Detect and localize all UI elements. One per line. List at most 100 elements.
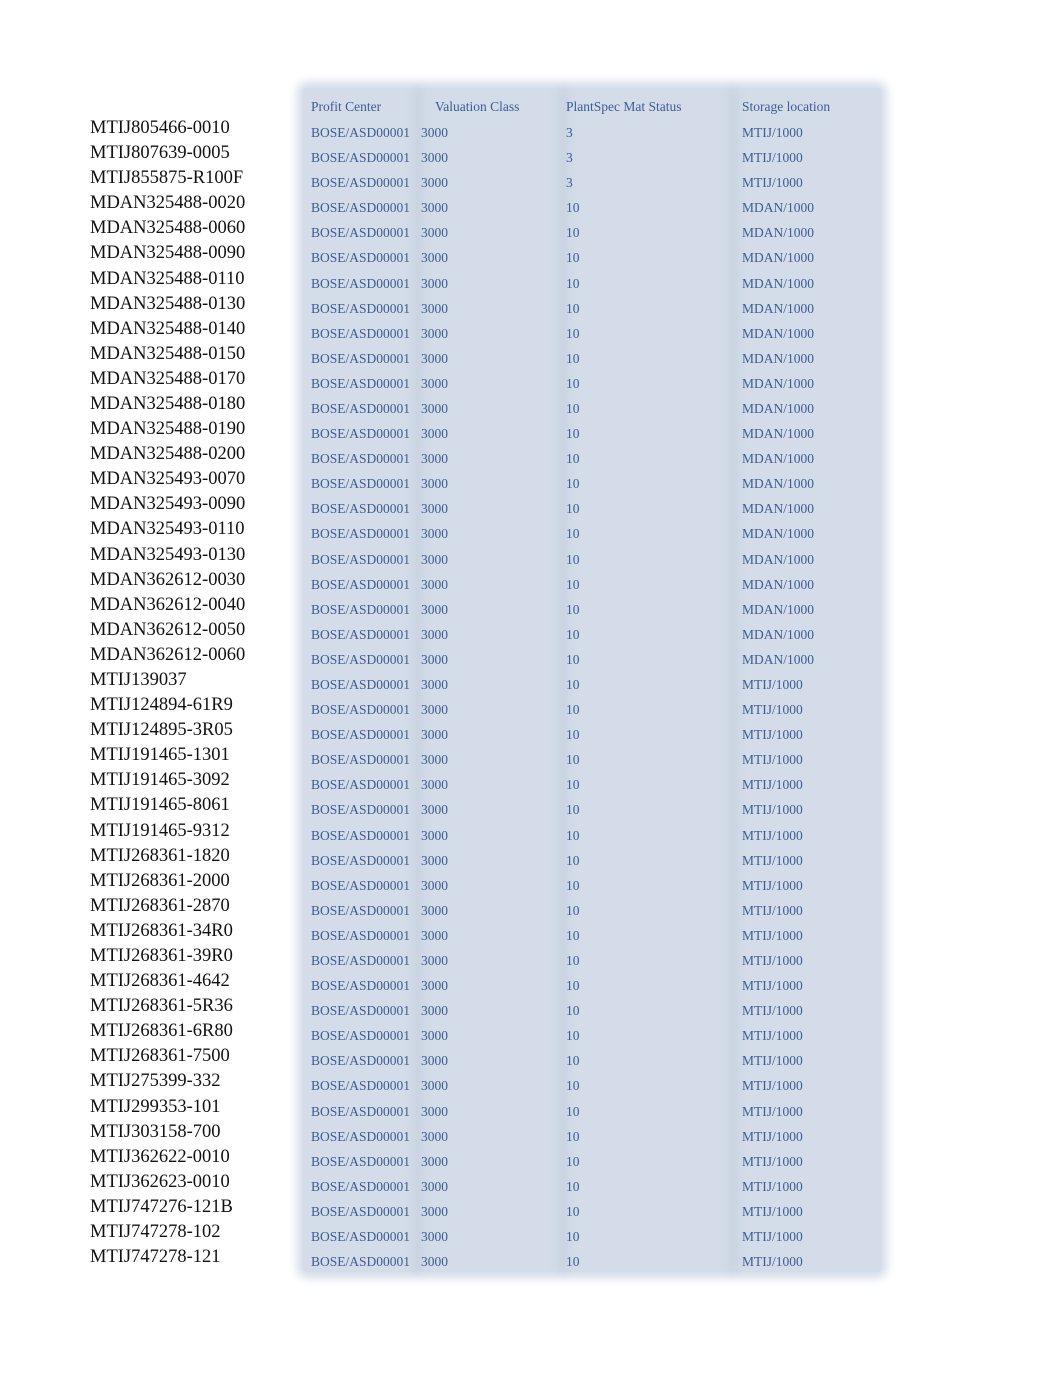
storage-cell: MDAN/1000 (742, 375, 815, 391)
status-cell: 10 (566, 626, 580, 642)
status-cell: 10 (566, 1103, 580, 1119)
status-cell: 10 (566, 1003, 580, 1019)
valuation-cell: 3000 (421, 1178, 448, 1194)
profit-cell: BOSE/ASD00001 (311, 325, 411, 341)
profit-cell: BOSE/ASD00001 (311, 1003, 411, 1019)
profit-cell: BOSE/ASD00001 (311, 952, 411, 968)
storage-cell: MTIJ/1000 (742, 1153, 803, 1169)
storage-cell: MDAN/1000 (742, 576, 815, 592)
status-cell: 10 (566, 300, 580, 316)
storage-cell: MDAN/1000 (742, 476, 815, 492)
valuation-cell: 3000 (421, 375, 448, 391)
material-cell: MTIJ268361-1820 (90, 845, 230, 866)
profit-cell: BOSE/ASD00001 (311, 827, 411, 843)
valuation-cell: 3000 (421, 802, 448, 818)
profit-cell: BOSE/ASD00001 (311, 1153, 411, 1169)
storage-cell: MTIJ/1000 (742, 1028, 803, 1044)
storage-cell: MTIJ/1000 (742, 877, 803, 893)
profit-cell: BOSE/ASD00001 (311, 150, 411, 166)
material-cell: MTIJ747278-102 (90, 1221, 221, 1242)
valuation-cell: 3000 (421, 451, 448, 467)
storage-cell: MTIJ/1000 (742, 927, 803, 943)
status-cell: 10 (566, 375, 580, 391)
material-cell: MDAN325488-0200 (90, 444, 246, 465)
valuation-cell: 3000 (421, 827, 448, 843)
material-cell: MDAN362612-0060 (90, 644, 246, 665)
material-cell: MTIJ855875-R100F (90, 168, 244, 189)
status-cell: 10 (566, 1203, 580, 1219)
material-cell: MTIJ268361-39R0 (90, 945, 233, 966)
status-cell: 10 (566, 601, 580, 617)
profit-cell: BOSE/ASD00001 (311, 727, 411, 743)
storage-cell: MDAN/1000 (742, 200, 815, 216)
valuation-cell: 3000 (421, 978, 448, 994)
material-cell: MTIJ268361-2000 (90, 870, 230, 891)
valuation-cell: 3000 (421, 400, 448, 416)
material-cell: MTIJ191465-1301 (90, 745, 230, 766)
material-cell: MTIJ747278-121 (90, 1247, 221, 1268)
profit-cell: BOSE/ASD00001 (311, 225, 411, 241)
material-cell: MTIJ124895-3R05 (90, 720, 233, 741)
storage-cell: MDAN/1000 (742, 526, 815, 542)
status-cell: 10 (566, 877, 580, 893)
status-cell: 10 (566, 727, 580, 743)
storage-cell: MTIJ/1000 (742, 777, 803, 793)
profit-cell: BOSE/ASD00001 (311, 1028, 411, 1044)
status-cell: 10 (566, 225, 580, 241)
storage-cell: MTIJ/1000 (742, 978, 803, 994)
storage-cell: MTIJ/1000 (742, 802, 803, 818)
status-cell: 10 (566, 927, 580, 943)
valuation-cell: 3000 (421, 626, 448, 642)
valuation-cell: 3000 (421, 1078, 448, 1094)
material-cell: MTIJ191465-3092 (90, 770, 230, 791)
material-cell: MTIJ807639-0005 (90, 143, 230, 164)
storage-cell: MTIJ/1000 (742, 1103, 803, 1119)
profit-cell: BOSE/ASD00001 (311, 250, 411, 266)
status-cell: 10 (566, 852, 580, 868)
profit-cell: BOSE/ASD00001 (311, 676, 411, 692)
profit-cell: BOSE/ASD00001 (311, 551, 411, 567)
status-cell: 10 (566, 451, 580, 467)
profit-cell: BOSE/ASD00001 (311, 1203, 411, 1219)
profit-cell: BOSE/ASD00001 (311, 978, 411, 994)
valuation-cell: 3000 (421, 551, 448, 567)
status-cell: 10 (566, 752, 580, 768)
status-cell: 10 (566, 802, 580, 818)
status-cell: 10 (566, 501, 580, 517)
valuation-cell: 3000 (421, 1128, 448, 1144)
valuation-cell: 3000 (421, 927, 448, 943)
status-cell: 10 (566, 400, 580, 416)
status-cell: 10 (566, 676, 580, 692)
storage-cell: MDAN/1000 (742, 300, 815, 316)
storage-cell: MDAN/1000 (742, 426, 815, 442)
material-cell: MTIJ362622-0010 (90, 1146, 230, 1167)
header-valuation-class: Valuation Class (435, 99, 520, 114)
storage-cell: MTIJ/1000 (742, 125, 803, 140)
profit-cell: BOSE/ASD00001 (311, 400, 411, 416)
status-cell: 10 (566, 350, 580, 366)
valuation-cell: 3000 (421, 902, 448, 918)
status-cell: 10 (566, 1078, 580, 1094)
profit-cell: BOSE/ASD00001 (311, 125, 411, 140)
material-cell: MTIJ268361-2870 (90, 895, 230, 916)
status-cell: 10 (566, 978, 580, 994)
material-cell: MDAN325488-0140 (90, 318, 246, 339)
profit-cell: BOSE/ASD00001 (311, 702, 411, 718)
storage-cell: MTIJ/1000 (742, 902, 803, 918)
profit-cell: BOSE/ASD00001 (311, 426, 411, 442)
material-cell: MDAN325488-0020 (90, 193, 246, 214)
profit-cell: BOSE/ASD00001 (311, 752, 411, 768)
material-cell: MTIJ747276-121B (90, 1196, 233, 1217)
material-cell: MDAN325493-0090 (90, 494, 246, 515)
material-cell: MDAN325493-0070 (90, 469, 246, 490)
valuation-cell: 3000 (421, 952, 448, 968)
header-storage-location: Storage location (742, 99, 831, 114)
storage-cell: MTIJ/1000 (742, 150, 803, 166)
material-cell: MTIJ191465-9312 (90, 820, 230, 841)
material-cell: MDAN325488-0110 (90, 268, 245, 289)
storage-cell: MTIJ/1000 (742, 752, 803, 768)
storage-cell: MDAN/1000 (742, 325, 815, 341)
storage-cell: MDAN/1000 (742, 350, 815, 366)
status-cell: 10 (566, 275, 580, 291)
profit-cell: BOSE/ASD00001 (311, 1254, 411, 1270)
